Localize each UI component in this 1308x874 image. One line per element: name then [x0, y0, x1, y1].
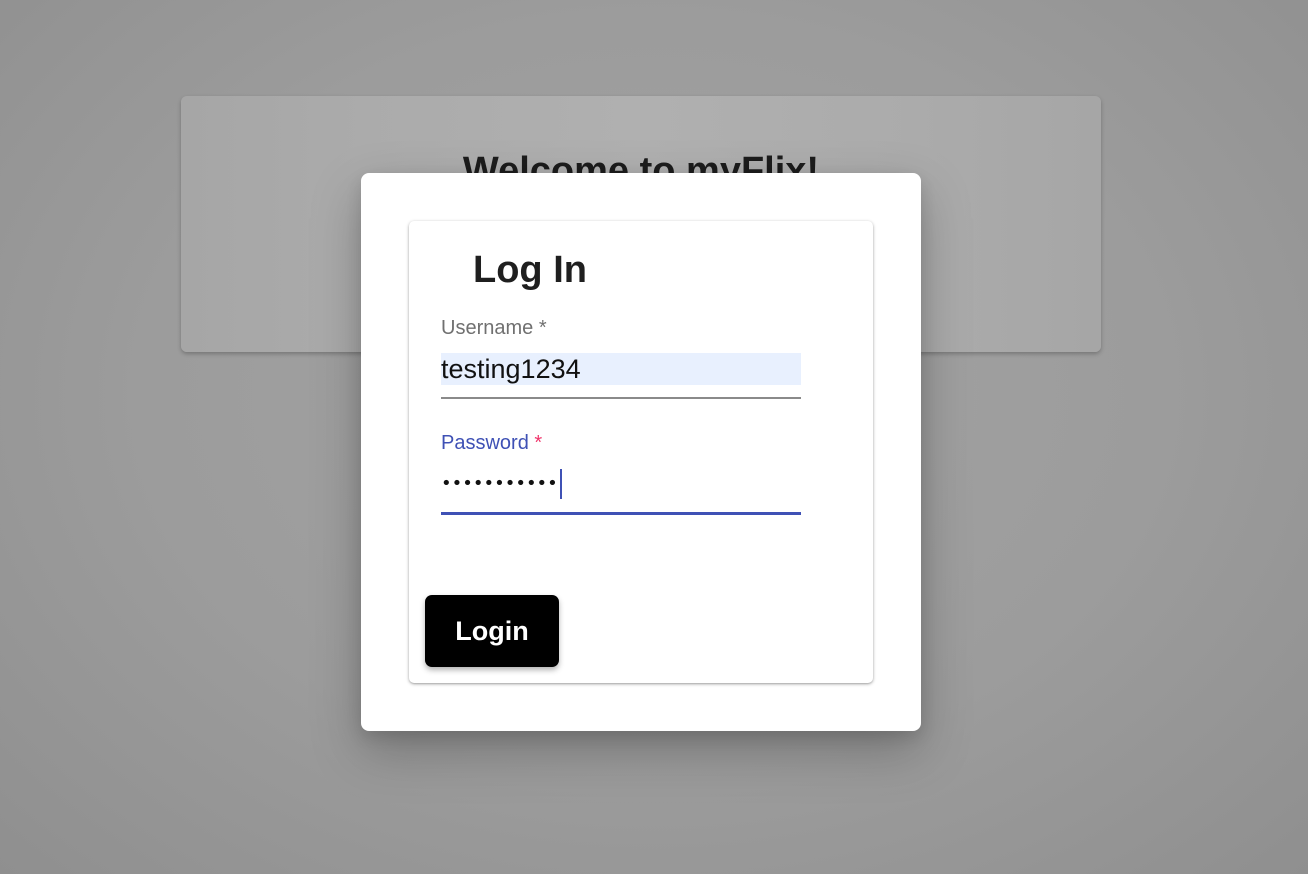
password-dots-text: •••••••••••	[441, 473, 558, 494]
login-button[interactable]: Login	[425, 595, 559, 667]
username-required-star: *	[538, 317, 547, 339]
password-input[interactable]: •••••••••••	[441, 468, 801, 515]
login-card: Log In Username * Password * •••••••••••…	[409, 221, 873, 683]
password-label-text: Password	[441, 432, 529, 454]
password-label: Password *	[441, 430, 801, 456]
login-modal: Log In Username * Password * •••••••••••…	[361, 173, 921, 731]
password-required-star: *	[534, 432, 543, 454]
username-field: Username *	[441, 315, 801, 399]
username-input[interactable]	[441, 353, 801, 385]
login-title: Log In	[473, 249, 587, 291]
password-field: Password * •••••••••••	[441, 430, 801, 515]
username-label-text: Username	[441, 317, 534, 339]
password-masked-value: •••••••••••	[441, 468, 562, 500]
text-caret	[559, 469, 562, 499]
username-input-wrap	[441, 353, 801, 399]
username-label: Username *	[441, 315, 801, 341]
